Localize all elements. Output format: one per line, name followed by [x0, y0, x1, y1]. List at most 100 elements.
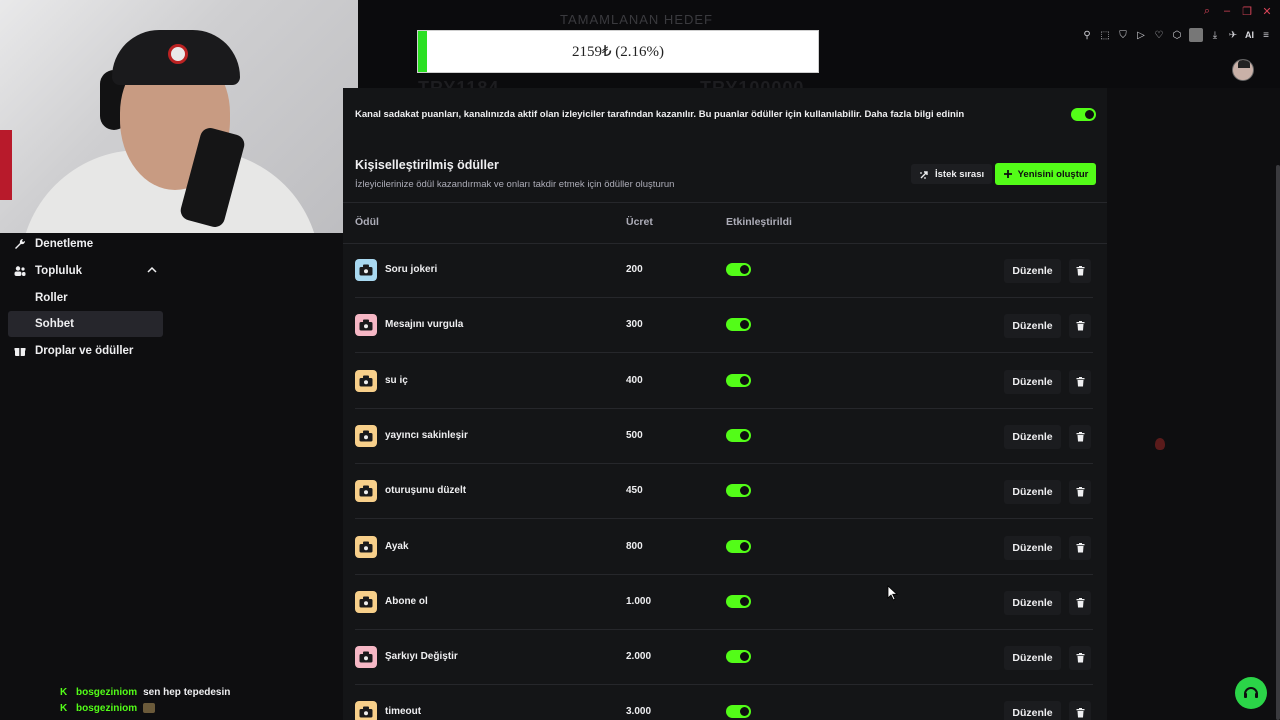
sidebar-item-community[interactable]: Topluluk — [8, 258, 163, 284]
reward-icon — [355, 259, 377, 281]
delete-reward-button[interactable] — [1069, 480, 1091, 505]
window-controls: ⌕ – ❐ ✕ — [1202, 5, 1272, 18]
minimize-icon[interactable]: – — [1222, 5, 1232, 18]
reward-icon — [355, 590, 377, 613]
delete-reward-button[interactable] — [1069, 535, 1091, 560]
reward-row: Abone ol 1.000 Düzenle — [343, 575, 1107, 630]
trash-icon — [1076, 376, 1084, 387]
reward-name: oturuşunu düzelt — [385, 485, 467, 497]
kick-logo-icon: K — [60, 686, 68, 698]
help-button[interactable] — [1235, 677, 1267, 709]
screenshot-icon[interactable]: ⬚ — [1099, 29, 1111, 41]
profile-icon[interactable] — [1189, 28, 1203, 42]
edit-reward-button[interactable]: Düzenle — [1004, 646, 1061, 671]
delete-reward-button[interactable] — [1069, 701, 1091, 720]
chat-message: K bosgeziniom sen hep tepedesin — [60, 684, 230, 700]
reward-enabled-toggle[interactable] — [726, 428, 751, 442]
user-avatar[interactable] — [1232, 59, 1254, 81]
delete-reward-button[interactable] — [1069, 424, 1091, 449]
edit-reward-button[interactable]: Düzenle — [1004, 701, 1061, 720]
reward-enabled-toggle[interactable] — [726, 705, 751, 719]
delete-reward-button[interactable] — [1069, 646, 1091, 671]
search-icon[interactable]: ⌕ — [1202, 5, 1212, 18]
edit-reward-button[interactable]: Düzenle — [1004, 259, 1061, 283]
kick-logo-icon: K — [60, 702, 68, 714]
app-root: TAMAMLANAN HEDEF 2159₺ (2.16%) TRY1184 T… — [0, 0, 1280, 720]
sidebar-item-drops-rewards[interactable]: Droplar ve ödüller — [8, 338, 163, 364]
play-icon[interactable]: ▷ — [1135, 29, 1147, 41]
reward-name: yayıncı sakinleşir — [385, 429, 468, 441]
sidebar-item-label: Denetleme — [35, 238, 94, 250]
pin-icon[interactable]: ⚲ — [1081, 29, 1093, 41]
reward-row: Ayak 800 Düzenle — [343, 520, 1107, 575]
reward-name: Abone ol — [385, 595, 428, 607]
section-title: Kişiselleştirilmiş ödüller — [355, 158, 499, 172]
reward-row: timeout 3.000 Düzenle — [343, 685, 1107, 720]
webcam-feed — [0, 0, 358, 233]
goal-header-text: TAMAMLANAN HEDEF — [560, 12, 713, 27]
extension-icon[interactable]: ⬡ — [1171, 29, 1183, 41]
reward-name: Ayak — [385, 540, 409, 552]
donation-goal-label: 2159₺ (2.16%) — [571, 44, 665, 60]
reward-cost: 800 — [626, 540, 643, 552]
delete-reward-button[interactable] — [1069, 314, 1091, 339]
reward-enabled-toggle[interactable] — [726, 263, 751, 276]
shield-icon[interactable]: ⛉ — [1117, 29, 1129, 41]
reward-cost: 200 — [626, 264, 643, 275]
browser-toolbar: ⚲ ⬚ ⛉ ▷ ♡ ⬡ ⤓ ✈ AI ≡ — [1081, 28, 1272, 42]
sidebar-item-label: Topluluk — [35, 265, 83, 277]
ai-label[interactable]: AI — [1245, 30, 1254, 40]
reward-cost: 2.000 — [626, 651, 652, 663]
reward-enabled-toggle[interactable] — [726, 484, 751, 498]
delete-reward-button[interactable] — [1069, 369, 1091, 394]
delete-reward-button[interactable] — [1069, 590, 1091, 615]
chat-username: bosgeziniom — [76, 686, 138, 698]
reward-row: Şarkıyı Değiştir 2.000 Düzenle — [343, 630, 1107, 686]
edit-reward-button[interactable]: Düzenle — [1004, 369, 1061, 394]
queue-icon — [920, 170, 928, 179]
reward-row: su iç 400 Düzenle — [343, 354, 1107, 409]
request-queue-button[interactable]: İstek sırası — [911, 164, 993, 184]
edit-reward-button[interactable]: Düzenle — [1004, 590, 1061, 615]
reward-icon — [355, 646, 377, 669]
page-scrollbar[interactable] — [1276, 165, 1280, 720]
reward-enabled-toggle[interactable] — [726, 650, 751, 664]
chat-text: sen hep tepedesin — [143, 686, 231, 698]
close-icon[interactable]: ✕ — [1262, 5, 1272, 18]
ai-icon[interactable]: ✈ — [1227, 29, 1239, 41]
reward-icon — [355, 701, 377, 720]
chevron-up-icon[interactable] — [147, 265, 157, 275]
create-reward-button[interactable]: Yenisini oluştur — [995, 163, 1096, 185]
reward-enabled-toggle[interactable] — [726, 318, 751, 332]
delete-reward-button[interactable] — [1069, 259, 1091, 283]
sidebar-item-moderation[interactable]: Denetleme — [8, 231, 163, 257]
trash-icon — [1076, 321, 1084, 331]
sidebar-item-label: Roller — [35, 292, 68, 304]
reward-cost: 300 — [626, 319, 643, 331]
chat-overlay: K bosgeziniom sen hep tepedesin K bosgez… — [60, 684, 230, 716]
reward-enabled-toggle[interactable] — [726, 594, 751, 608]
reward-enabled-toggle[interactable] — [726, 539, 751, 553]
reward-enabled-toggle[interactable] — [726, 373, 751, 387]
reward-row: Mesajını vurgula 300 Düzenle — [343, 298, 1107, 354]
loyalty-toggle[interactable] — [1071, 108, 1096, 121]
edit-reward-button[interactable]: Düzenle — [1004, 480, 1061, 505]
download-icon[interactable]: ⤓ — [1209, 29, 1221, 41]
loyalty-info-text: Kanal sadakat puanları, kanalınızda akti… — [355, 108, 965, 120]
menu-icon[interactable]: ≡ — [1260, 29, 1272, 41]
chat-username: bosgeziniom — [76, 702, 138, 714]
flame-icon — [1155, 438, 1165, 450]
watermark-logo — [1155, 438, 1165, 450]
reward-cost: 3.000 — [626, 706, 652, 718]
edit-reward-button[interactable]: Düzenle — [1004, 535, 1061, 560]
edit-reward-button[interactable]: Düzenle — [1004, 424, 1061, 449]
edit-reward-button[interactable]: Düzenle — [1004, 314, 1061, 339]
header-divider — [343, 202, 1107, 203]
webcam-background-item — [0, 130, 12, 200]
restore-icon[interactable]: ❐ — [1242, 5, 1252, 18]
sidebar-item-chat[interactable]: Sohbet — [8, 311, 163, 337]
trash-icon — [1076, 542, 1084, 552]
sidebar-item-roles[interactable]: Roller — [8, 285, 163, 311]
heart-icon[interactable]: ♡ — [1153, 29, 1165, 41]
request-queue-label: İstek sırası — [935, 168, 985, 180]
